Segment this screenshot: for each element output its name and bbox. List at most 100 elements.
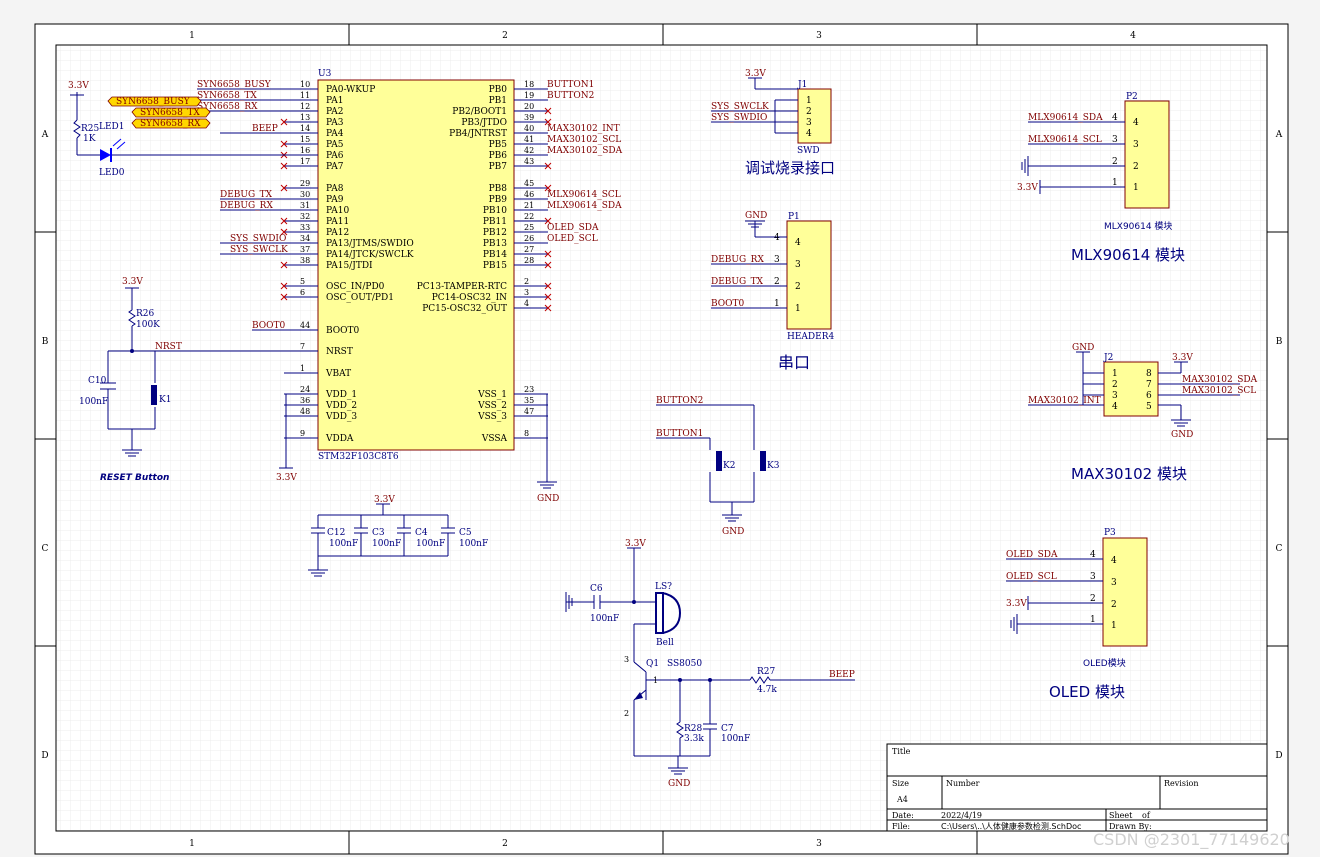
size-label: Size [892,779,909,788]
pin-number: 11 [300,91,310,100]
swd-designator: J1 [797,80,807,90]
pin-number: 30 [300,190,310,199]
max-designator: J2 [1103,353,1113,363]
pin-name: VDD_1 [325,390,357,400]
swd-header-body[interactable] [797,88,832,144]
pin-name: PA9 [326,195,344,205]
pin-name: PB11 [483,217,507,227]
max-pin-1: 1 [1112,369,1118,379]
c6-designator: C6 [590,584,603,594]
uart-pin-1: 1 [795,304,801,314]
uart-pin-3: 3 [795,260,801,270]
gnd-mcu: GND [537,494,559,504]
pin-name: PA15/JTDI [326,261,373,271]
pin-number: 4 [524,299,529,308]
file-label: File: [892,822,910,831]
date-value: 2022/4/19 [941,811,982,820]
revision-label: Revision [1164,779,1198,788]
oled-pin-4: 4 [1111,556,1117,566]
mlx-vcc: 3.3V [1017,183,1038,193]
pin-number: 45 [524,179,534,188]
pin-name: PA11 [326,217,349,227]
pin-name: PA10 [326,206,349,216]
pin-number: 23 [524,385,534,394]
c4-designator: C4 [415,528,428,538]
pin-name: NRST [326,347,353,357]
max-vcc: 3.3V [1172,353,1193,363]
title-label: Title [892,747,911,756]
date-label: Date: [892,811,914,820]
oled-net-scl: OLED_SCL [1006,572,1057,582]
pin-number: 9 [300,429,305,438]
pin-name: PA5 [326,140,344,150]
uart-net-rx: DEBUG_RX [711,255,764,265]
oled-pinnum-3: 3 [1090,572,1096,582]
uart-header-body[interactable] [786,220,832,330]
zone-row-a-left: A [41,130,49,140]
gnd-buttons: GND [722,527,744,537]
led0-designator: LED0 [99,168,125,178]
pin-number: 24 [300,385,310,394]
uart-pinnum-3: 3 [774,255,780,265]
mlx-pinnum-1: 1 [1112,178,1118,188]
pin-number: 16 [300,146,310,155]
pin-name: VSS_3 [477,412,507,422]
pin-number: 20 [524,102,534,111]
pin-number: 7 [300,342,305,351]
pin-name: PA8 [326,184,344,194]
mlx-net-sda: MLX90614_SDA [1028,113,1103,123]
pin-number: 5 [300,277,305,286]
button2-net: BUTTON2 [656,396,703,406]
max-net-int: MAX30102_INT [1028,396,1101,406]
pin-number: 39 [524,113,534,122]
pin-number: 6 [300,288,305,297]
junction-buzzer [632,600,636,604]
pin-name: VSSA [481,434,508,444]
mlx-header-body[interactable] [1124,100,1170,209]
max-gnd-top: GND [1072,343,1094,353]
zone-row-d-left: D [41,751,48,761]
max-gnd-bottom: GND [1171,430,1193,440]
net-label: MLX90614_SCL [547,190,621,200]
swd-pin-4: 4 [806,129,812,139]
vcc-reset: 3.3V [122,277,143,287]
pin-number: 33 [300,223,310,232]
c12-value: 100nF [329,539,358,549]
c4-value: 100nF [416,539,445,549]
pin-name: PA4 [326,129,344,139]
k2-designator: K2 [723,461,735,471]
pin-number: 46 [524,190,534,199]
pin-name: PB0 [489,85,508,95]
pin-number: 28 [524,256,534,265]
pin-name: PB1 [489,96,507,106]
r25-designator: R25 [81,124,100,134]
pin-number: 22 [524,212,534,221]
c10-designator: C10 [88,376,107,386]
swd-pin-3: 3 [806,118,812,128]
pin-number: 42 [524,146,534,155]
swd-net-swdio: SYS_SWDIO [711,113,767,123]
zone-col-4-top: 4 [1130,31,1136,41]
uart-pinnum-1: 1 [774,299,780,309]
net-label: DEBUG_RX [220,201,273,211]
pin-number: 21 [524,201,534,210]
oled-pin-3: 3 [1111,578,1117,588]
file-value: C:\Users\..\人体健康参数检测.SchDoc [941,821,1081,831]
q1-pin-1: 1 [653,676,658,685]
pin-name: PC13-TAMPER-RTC [417,282,507,292]
pin-number: 18 [524,80,534,89]
pin-name: PA7 [326,162,344,172]
c12-designator: C12 [327,528,345,538]
pin-name: VDD_3 [325,412,357,422]
pin-number: 40 [524,124,534,133]
zone-row-c-left: C [42,544,49,554]
oled-header-body[interactable] [1102,537,1148,647]
uart-gnd-label: GND [745,211,767,221]
uart-designator: P1 [788,212,800,222]
sheet-label: Sheet [1109,811,1133,820]
net-label: MAX30102_SDA [547,146,623,156]
junction-base [678,678,682,682]
uart-pinnum-4: 4 [774,233,780,243]
of-label: of [1142,811,1151,820]
oled-title: OLED 模块 [1049,683,1125,701]
